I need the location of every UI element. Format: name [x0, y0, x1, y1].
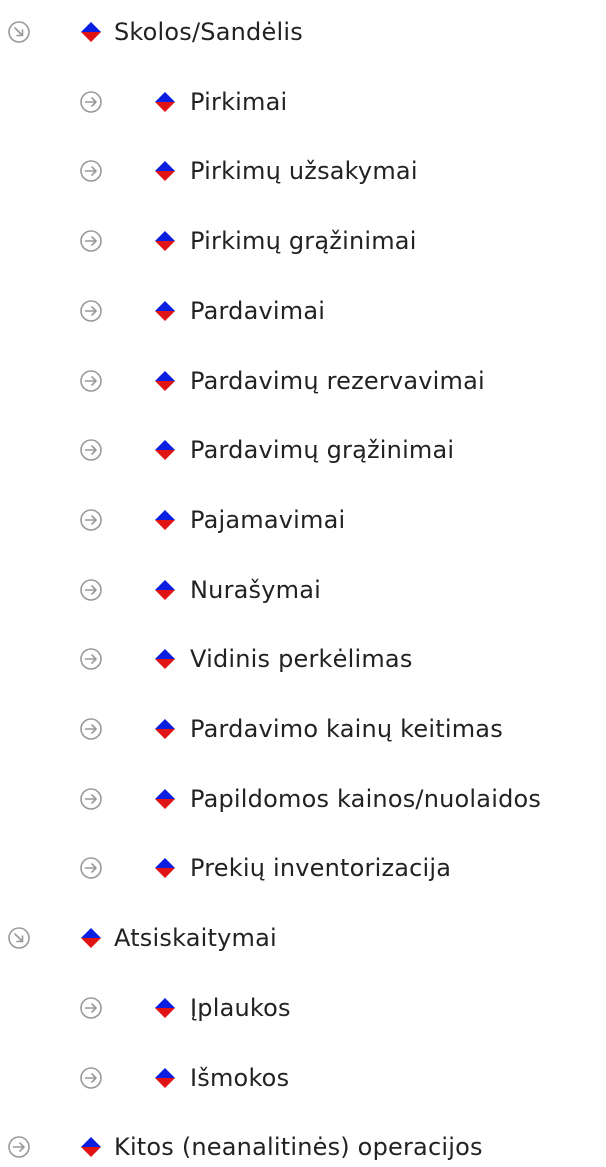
expand-toggle-icon[interactable] — [78, 298, 104, 324]
tree-node-label[interactable]: Pardavimų rezervavimai — [190, 361, 485, 401]
tree-node[interactable]: Papildomos kainos/nuolaidos — [78, 779, 541, 819]
expand-toggle-icon[interactable] — [78, 437, 104, 463]
expand-toggle-icon[interactable] — [78, 786, 104, 812]
tree-node[interactable]: Išmokos — [78, 1058, 289, 1098]
collapse-toggle-icon[interactable] — [6, 19, 32, 45]
tree-node[interactable]: Skolos/Sandėlis — [6, 12, 303, 52]
expand-toggle-icon[interactable] — [78, 995, 104, 1021]
tree-node-label[interactable]: Prekių inventorizacija — [190, 848, 451, 888]
tree-node-label[interactable]: Išmokos — [190, 1058, 289, 1098]
diamond-icon — [152, 158, 178, 184]
diamond-icon — [78, 1134, 104, 1160]
tree-node-label[interactable]: Pardavimų grąžinimai — [190, 430, 454, 470]
tree-node[interactable]: Pardavimų grąžinimai — [78, 430, 454, 470]
diamond-icon — [152, 855, 178, 881]
tree-node-label[interactable]: Pirkimai — [190, 82, 287, 122]
diamond-icon — [152, 507, 178, 533]
operations-tree: Skolos/Sandėlis Pirkimai Pirkimų užsakymai… — [0, 0, 606, 1161]
tree-node-label[interactable]: Skolos/Sandėlis — [114, 12, 303, 52]
tree-node-label[interactable]: Pardavimai — [190, 291, 325, 331]
tree-node[interactable]: Įplaukos — [78, 988, 291, 1028]
expand-toggle-icon[interactable] — [78, 507, 104, 533]
tree-node[interactable]: Nurašymai — [78, 570, 321, 610]
expand-toggle-icon[interactable] — [78, 368, 104, 394]
tree-node[interactable]: Vidinis perkėlimas — [78, 639, 413, 679]
diamond-icon — [152, 577, 178, 603]
tree-node[interactable]: Pirkimų užsakymai — [78, 151, 418, 191]
diamond-icon — [152, 89, 178, 115]
tree-node[interactable]: Pajamavimai — [78, 500, 345, 540]
diamond-icon — [152, 437, 178, 463]
diamond-icon — [78, 19, 104, 45]
expand-toggle-icon[interactable] — [78, 577, 104, 603]
expand-toggle-icon[interactable] — [78, 716, 104, 742]
diamond-icon — [152, 298, 178, 324]
diamond-icon — [152, 1065, 178, 1091]
tree-node-label[interactable]: Kitos (neanalitinės) operacijos — [114, 1127, 483, 1167]
expand-toggle-icon[interactable] — [78, 158, 104, 184]
expand-toggle-icon[interactable] — [78, 89, 104, 115]
diamond-icon — [152, 995, 178, 1021]
tree-node[interactable]: Atsiskaitymai — [6, 918, 277, 958]
tree-node[interactable]: Pardavimų rezervavimai — [78, 361, 485, 401]
tree-node[interactable]: Kitos (neanalitinės) operacijos — [6, 1127, 483, 1167]
tree-node-label[interactable]: Pirkimų užsakymai — [190, 151, 418, 191]
tree-node-label[interactable]: Pirkimų grąžinimai — [190, 221, 417, 261]
diamond-icon — [78, 925, 104, 951]
tree-node[interactable]: Pardavimai — [78, 291, 325, 331]
diamond-icon — [152, 228, 178, 254]
diamond-icon — [152, 368, 178, 394]
expand-toggle-icon[interactable] — [78, 855, 104, 881]
tree-node-label[interactable]: Atsiskaitymai — [114, 918, 277, 958]
tree-node[interactable]: Pardavimo kainų keitimas — [78, 709, 503, 749]
expand-toggle-icon[interactable] — [78, 228, 104, 254]
expand-toggle-icon[interactable] — [78, 1065, 104, 1091]
tree-node-label[interactable]: Vidinis perkėlimas — [190, 639, 413, 679]
tree-node-label[interactable]: Įplaukos — [190, 988, 291, 1028]
tree-node-label[interactable]: Pardavimo kainų keitimas — [190, 709, 503, 749]
tree-node-label[interactable]: Nurašymai — [190, 570, 321, 610]
diamond-icon — [152, 646, 178, 672]
expand-toggle-icon[interactable] — [78, 646, 104, 672]
tree-node[interactable]: Pirkimų grąžinimai — [78, 221, 417, 261]
diamond-icon — [152, 716, 178, 742]
tree-node[interactable]: Prekių inventorizacija — [78, 848, 451, 888]
expand-toggle-icon[interactable] — [6, 1134, 32, 1160]
collapse-toggle-icon[interactable] — [6, 925, 32, 951]
diamond-icon — [152, 786, 178, 812]
tree-node-label[interactable]: Pajamavimai — [190, 500, 345, 540]
tree-node[interactable]: Pirkimai — [78, 82, 287, 122]
tree-node-label[interactable]: Papildomos kainos/nuolaidos — [190, 779, 541, 819]
